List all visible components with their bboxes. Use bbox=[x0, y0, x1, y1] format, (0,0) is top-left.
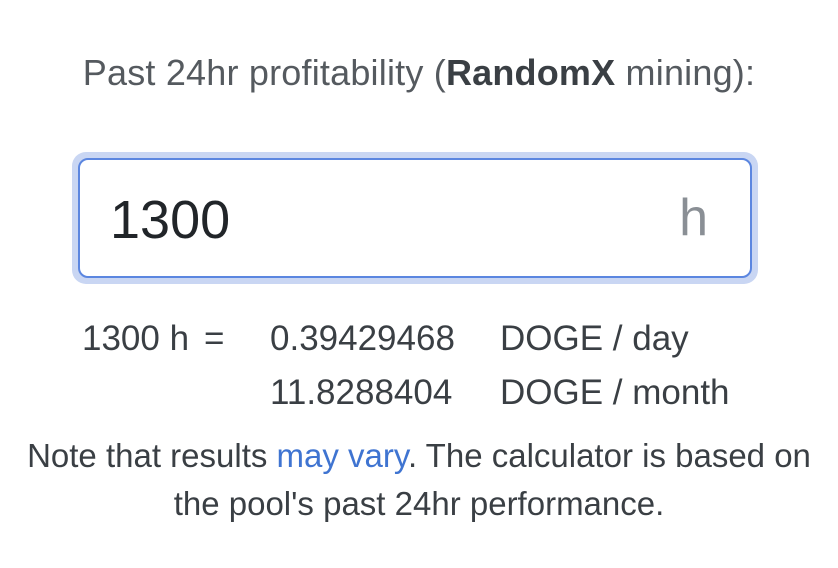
result-unit-month: DOGE / month bbox=[500, 373, 730, 412]
note-before: Note that results bbox=[27, 437, 277, 474]
hashrate-input-box[interactable]: h bbox=[78, 158, 752, 278]
rate-label: 1300 h bbox=[82, 319, 190, 358]
hashrate-input-focus-ring: h bbox=[72, 152, 758, 284]
hashrate-input[interactable] bbox=[110, 180, 610, 260]
disclaimer-note: Note that results may vary. The calculat… bbox=[0, 432, 838, 528]
heading-prefix: Past 24hr profitability ( bbox=[82, 52, 446, 93]
may-vary-link[interactable]: may vary bbox=[277, 437, 408, 474]
heading-suffix: mining): bbox=[615, 52, 756, 93]
profitability-heading: Past 24hr profitability (RandomX mining)… bbox=[0, 52, 838, 94]
algorithm-name: RandomX bbox=[445, 52, 616, 93]
profit-results: 1300 h = 0.39429468 DOGE / day 11.8288404 DO… bbox=[82, 312, 730, 420]
equals-sign: = bbox=[204, 319, 225, 358]
result-value-day: 0.39429468 bbox=[270, 319, 455, 358]
result-row-day: 1300 h = 0.39429468 DOGE / day bbox=[82, 312, 730, 366]
hashrate-unit-label: h bbox=[679, 189, 708, 247]
result-row-month: 11.8288404 DOGE / month bbox=[82, 366, 730, 420]
result-unit-day: DOGE / day bbox=[500, 319, 689, 358]
result-value-month: 11.8288404 bbox=[270, 373, 453, 412]
